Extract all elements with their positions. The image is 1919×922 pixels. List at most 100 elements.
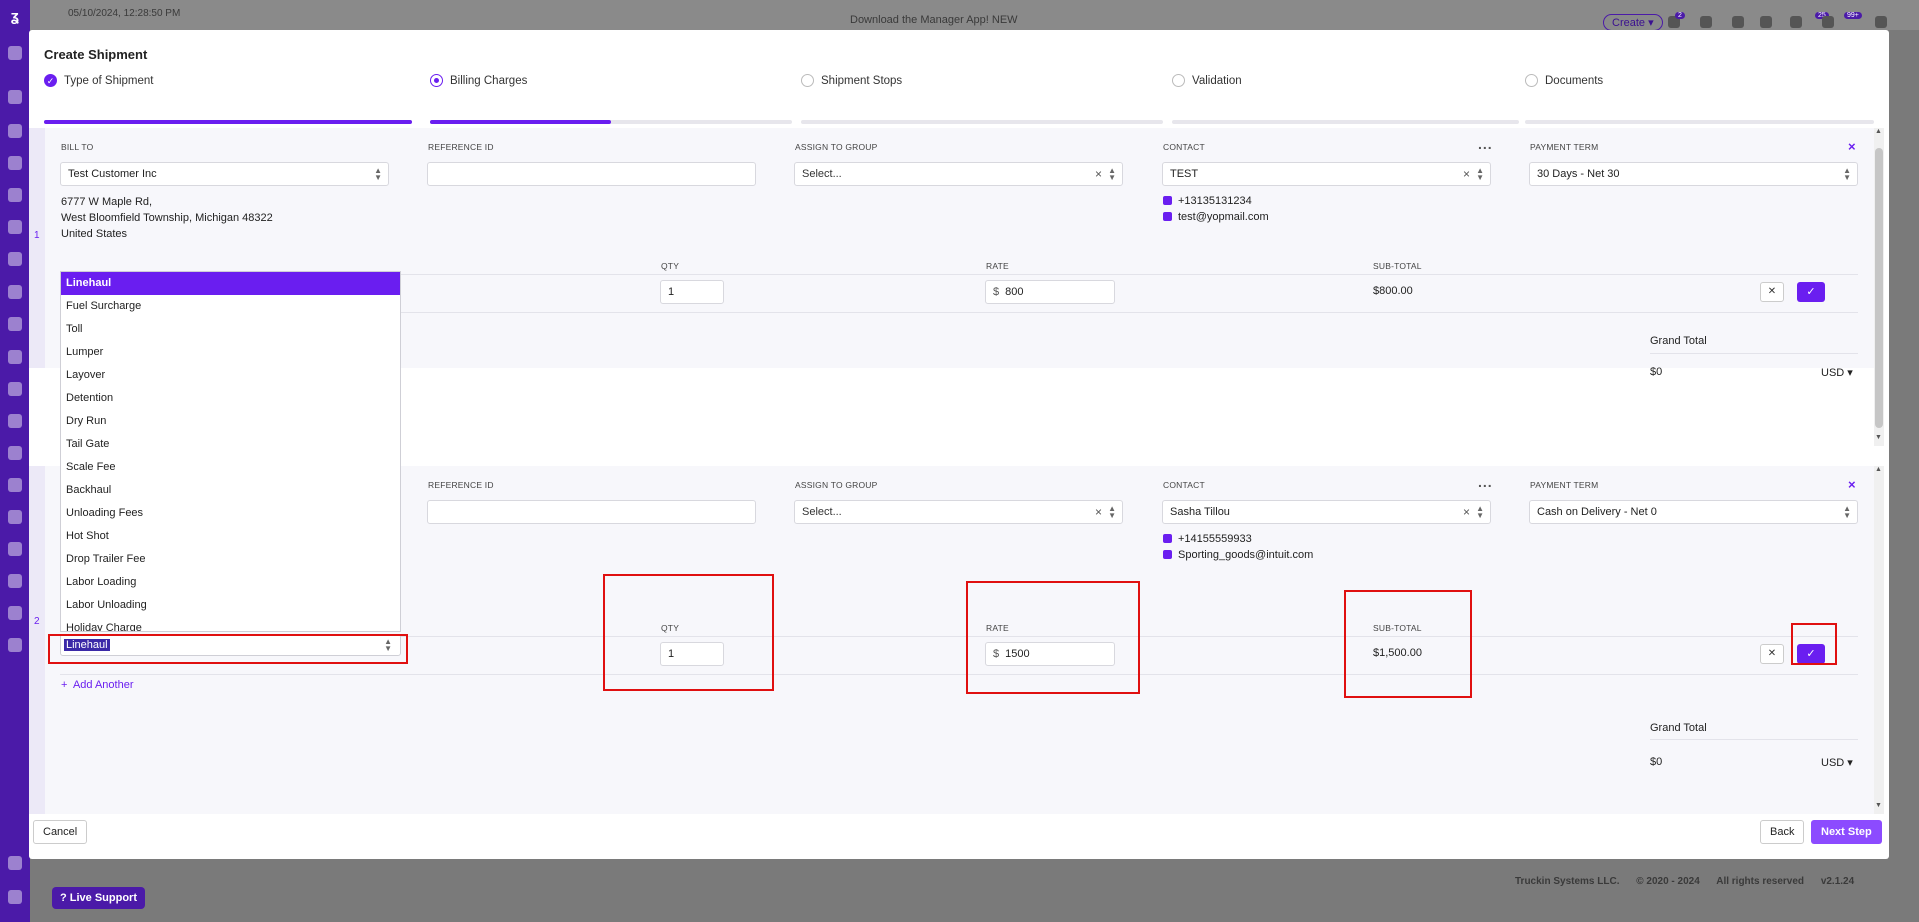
card-icon[interactable] [8,446,22,460]
info-icon[interactable] [1732,16,1744,28]
rate-input[interactable]: $800 [985,280,1115,304]
charge-option[interactable]: Labor Loading [61,571,400,594]
cancel-line-button[interactable]: ✕ [1760,644,1784,664]
charge-option[interactable]: Linehaul [61,272,400,295]
email-value: test@yopmail.com [1178,211,1269,223]
step-documents[interactable]: Documents [1525,68,1875,128]
grid-icon[interactable] [8,124,22,138]
next-step-button[interactable]: Next Step [1811,820,1882,844]
step-type-of-shipment[interactable]: ✓ Type of Shipment [44,68,424,128]
rate-value: 800 [1005,286,1024,298]
charge-option[interactable]: Tail Gate [61,433,400,456]
assign-group-select[interactable]: Select... × ▲ ▼ [794,162,1123,186]
dollar-icon[interactable] [8,414,22,428]
add-another-button[interactable]: + Add Another [61,679,134,691]
charge-option[interactable]: Layover [61,364,400,387]
inbox-icon[interactable] [8,638,22,652]
charge-option[interactable]: Labor Unloading [61,594,400,617]
clear-icon[interactable]: × [1095,167,1102,181]
reference-id-input[interactable] [427,500,756,524]
charge-option[interactable]: Backhaul [61,479,400,502]
currency-select[interactable]: USD ▾ [1821,366,1853,379]
phone-value: +13135131234 [1178,195,1252,207]
chart-icon[interactable] [8,606,22,620]
truck-icon[interactable] [8,252,22,266]
qty-input[interactable]: 1 [660,280,724,304]
more-icon[interactable]: ... [1478,136,1493,152]
section-scrollbar[interactable]: ▲ ▼ [1874,128,1884,446]
bill-to-select[interactable]: Test Customer Inc ▲ ▼ [60,162,389,186]
charge-option[interactable]: Toll [61,318,400,341]
charge-option[interactable]: Fuel Surcharge [61,295,400,318]
contact-phone: +14155559933 [1163,533,1252,545]
remove-bill-icon[interactable]: × [1848,139,1856,154]
payment-term-select[interactable]: 30 Days - Net 30 ▲ ▼ [1529,162,1858,186]
star-icon[interactable] [8,90,22,104]
bill-to-value: Test Customer Inc [68,168,157,180]
scroll-down-icon[interactable]: ▼ [1875,802,1882,809]
step-validation[interactable]: Validation [1172,68,1552,128]
manager-app-promo[interactable]: Download the Manager App! NEW [850,14,1018,26]
scroll-up-icon[interactable]: ▲ [1875,466,1882,473]
scroll-down-icon[interactable]: ▼ [1875,434,1882,441]
assign-group-select[interactable]: Select... × ▲ ▼ [794,500,1123,524]
back-button[interactable]: Back [1760,820,1805,844]
list-icon[interactable] [1700,16,1712,28]
charge-option[interactable]: Scale Fee [61,456,400,479]
contact-select[interactable]: TEST × ▲ ▼ [1162,162,1491,186]
scroll-up-icon[interactable]: ▲ [1875,128,1882,135]
contact-select[interactable]: Sasha Tillou × ▲ ▼ [1162,500,1491,524]
bill-to-address: 6777 W Maple Rd, West Bloomfield Townshi… [61,196,273,240]
report-icon[interactable] [8,510,22,524]
reference-id-input[interactable] [427,162,756,186]
payment-term-select[interactable]: Cash on Delivery - Net 0 ▲ ▼ [1529,500,1858,524]
dashboard-icon[interactable] [8,46,22,60]
charge-option[interactable]: Holiday Charge [61,617,400,631]
charge-type-dropdown[interactable]: Linehaul Fuel Surcharge Toll Lumper Layover D… [60,271,401,632]
group-placeholder: Select... [802,506,842,518]
clear-icon[interactable]: × [1463,167,1470,181]
charge-option[interactable]: Dry Run [61,410,400,433]
user-avatar-icon[interactable] [1875,16,1887,28]
scroll-thumb[interactable] [1875,148,1883,428]
charge-option[interactable]: Drop Trailer Fee [61,548,400,571]
wrench-icon[interactable] [8,542,22,556]
create-button[interactable]: Create ▾ [1603,14,1663,31]
modal-title: Create Shipment [44,47,148,62]
chat-icon[interactable] [1790,16,1802,28]
confirm-line-button[interactable]: ✓ [1797,282,1825,302]
charge-option[interactable]: Unloading Fees [61,502,400,525]
charge-option[interactable]: Detention [61,387,400,410]
live-support-button[interactable]: ? Live Support [52,887,146,909]
cancel-line-button[interactable]: ✕ [1760,282,1784,302]
more-icon[interactable]: ... [1478,474,1493,490]
settings-icon[interactable] [8,856,22,870]
sort-icon: ▲ ▼ [1108,166,1116,182]
cancel-button[interactable]: Cancel [33,820,88,844]
book-icon[interactable] [8,478,22,492]
charge-option[interactable]: Lumper [61,341,400,364]
route-icon[interactable] [8,220,22,234]
remove-bill-icon[interactable]: × [1848,477,1856,492]
charge-option[interactable]: Hot Shot [61,525,400,548]
section-scrollbar[interactable]: ▲ ▼ [1874,466,1884,814]
step-billing-charges[interactable]: Billing Charges [430,68,810,128]
help-icon[interactable] [8,890,22,904]
shield-icon[interactable] [8,317,22,331]
file-icon[interactable] [1760,16,1772,28]
clear-icon[interactable]: × [1095,505,1102,519]
clear-icon[interactable]: × [1463,505,1470,519]
trailer-icon[interactable] [8,285,22,299]
step-shipment-stops[interactable]: Shipment Stops [801,68,1181,128]
app-logo[interactable]: ʓ [6,8,24,25]
phone-icon [1163,196,1172,205]
location-icon[interactable] [8,350,22,364]
reference-id-label: REFERENCE ID [428,480,494,490]
mail-badge: 99+ [1844,12,1862,19]
mail-icon[interactable] [1822,16,1834,28]
fuel-icon[interactable] [8,574,22,588]
document-icon[interactable] [8,188,22,202]
team-icon[interactable] [8,382,22,396]
users-icon[interactable] [8,156,22,170]
currency-select[interactable]: USD ▾ [1821,756,1853,769]
